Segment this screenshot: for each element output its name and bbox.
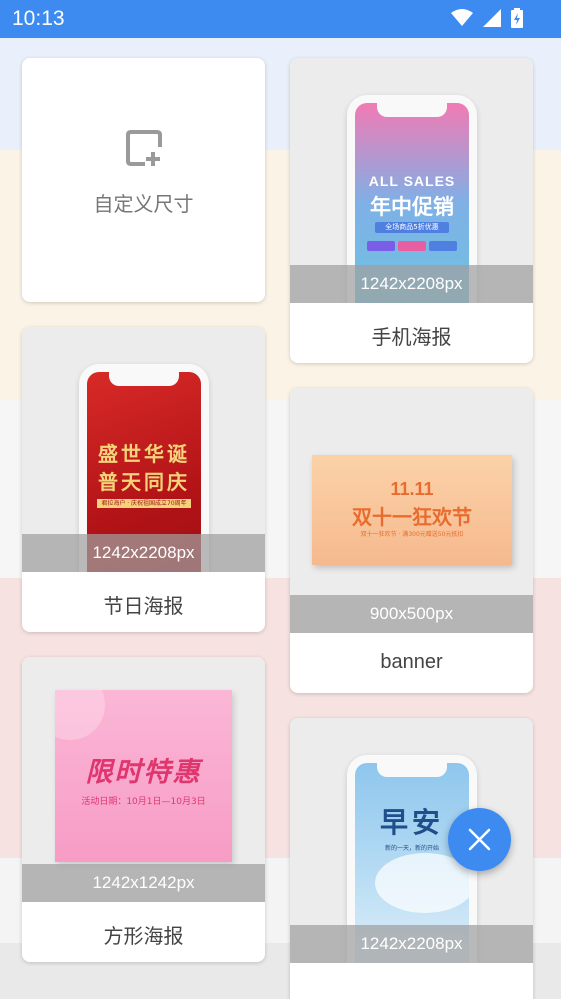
square-mockup: 限时特惠 活动日期：10月1日—10月3日 — [55, 690, 232, 862]
template-size: 900x500px — [290, 595, 533, 633]
close-fab-button[interactable] — [448, 808, 511, 871]
close-icon — [468, 828, 491, 851]
custom-size-label: 自定义尺寸 — [93, 192, 194, 216]
template-preview: 盛世华诞 普天同庆 君拉海户 · 庆祝祖国成立70周年 1242x2208px — [22, 327, 265, 572]
poster-badge: 全场商品5折优惠 — [375, 222, 449, 233]
custom-size-card[interactable]: 自定义尺寸 — [22, 58, 265, 302]
template-preview: 限时特惠 活动日期：10月1日—10月3日 1242x1242px — [22, 657, 265, 902]
cloud-shape — [375, 853, 469, 913]
template-label: 方形海报 — [103, 924, 184, 948]
poster-text-cn: 年中促销 — [370, 195, 454, 219]
poster-coupons — [367, 241, 457, 251]
status-bar: 10:13 — [0, 0, 561, 38]
template-card-banner[interactable]: 11.11 双十一狂欢节 双十一狂欢节 · 满300元赠送50元抵扣 900x5… — [290, 388, 533, 693]
wifi-icon — [451, 9, 473, 26]
template-preview: ALL SALES 年中促销 全场商品5折优惠 1242x2208px — [290, 58, 533, 303]
square-date: 活动日期：10月1日—10月3日 — [81, 797, 206, 807]
template-label: banner — [380, 651, 443, 673]
banner-title: 双十一狂欢节 — [352, 505, 472, 529]
square-title: 限时特惠 — [85, 757, 202, 788]
template-label: 手机海报 — [371, 325, 452, 349]
add-frame-icon — [126, 130, 162, 166]
template-size: 1242x1242px — [22, 864, 265, 902]
status-time: 10:13 — [12, 7, 65, 30]
template-card-square-poster[interactable]: 限时特惠 活动日期：10月1日—10月3日 1242x1242px 方形海报 — [22, 657, 265, 962]
poster-title-2: 普天同庆 — [98, 470, 190, 494]
poster-text-en: ALL SALES — [368, 173, 456, 189]
template-size: 1242x2208px — [290, 265, 533, 303]
banner-date: 11.11 — [390, 479, 434, 499]
template-card-festival-poster[interactable]: 盛世华诞 普天同庆 君拉海户 · 庆祝祖国成立70周年 1242x2208px … — [22, 327, 265, 632]
poster-badge: 君拉海户 · 庆祝祖国成立70周年 — [97, 499, 191, 508]
banner-subtitle: 双十一狂欢节 · 满300元赠送50元抵扣 — [360, 531, 464, 538]
banner-mockup: 11.11 双十一狂欢节 双十一狂欢节 · 满300元赠送50元抵扣 — [312, 455, 512, 565]
battery-icon — [511, 8, 523, 28]
template-size: 1242x2208px — [22, 534, 265, 572]
template-label: 节日海报 — [103, 594, 184, 618]
template-card-phone-poster[interactable]: ALL SALES 年中促销 全场商品5折优惠 1242x2208px 手机海报 — [290, 58, 533, 363]
signal-icon — [483, 9, 501, 27]
status-icons — [451, 8, 523, 28]
poster-title-1: 盛世华诞 — [98, 442, 190, 466]
template-size: 1242x2208px — [290, 925, 533, 963]
template-preview: 11.11 双十一狂欢节 双十一狂欢节 · 满300元赠送50元抵扣 900x5… — [290, 388, 533, 633]
